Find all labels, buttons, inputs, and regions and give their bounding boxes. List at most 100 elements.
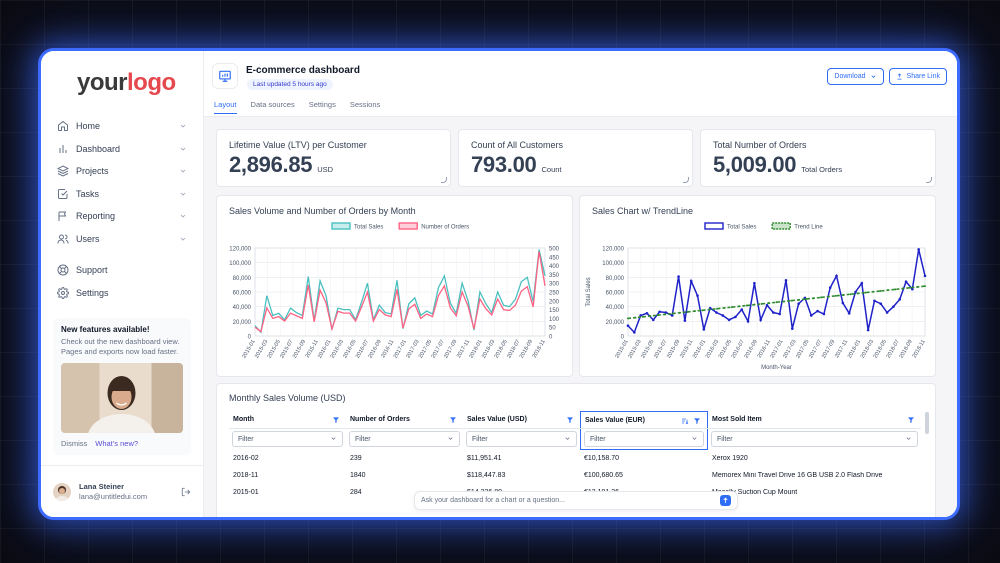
- column-filter-input[interactable]: Filter: [711, 431, 918, 447]
- chart-card-trendline[interactable]: Sales Chart w/ TrendLine 0 20,000 40,000 60…: [579, 195, 936, 377]
- trend-point: [909, 286, 912, 289]
- table-cell: €100,680.65: [584, 472, 623, 479]
- ask-dashboard-input[interactable]: Ask your dashboard for a chart or a ques…: [414, 491, 738, 510]
- column-header[interactable]: Most Sold Item: [708, 411, 921, 428]
- trend-point: [649, 314, 652, 317]
- table-cell: 2016-02: [233, 455, 259, 462]
- trend-point: [827, 295, 830, 298]
- data-point: [715, 311, 718, 314]
- column-header[interactable]: Month: [229, 411, 346, 428]
- y-tick-label: 120,000: [602, 247, 624, 253]
- resize-handle[interactable]: [441, 177, 447, 183]
- x-axis-title: Month-Year: [761, 365, 792, 371]
- legend-swatch: [771, 222, 791, 230]
- user-name: Lana Steiner: [79, 482, 125, 491]
- send-button[interactable]: [720, 495, 731, 506]
- data-point: [626, 324, 630, 328]
- y2-tick-label: 200: [549, 299, 560, 305]
- data-point: [797, 302, 800, 306]
- tab-settings[interactable]: Settings: [309, 100, 336, 114]
- table-row[interactable]: 2016-02 239 $11,951.41 €10,158.70 Xerox 1920: [229, 450, 921, 467]
- table-cell: $118,447.83: [467, 472, 506, 479]
- gear-icon: [57, 286, 69, 299]
- data-point: [828, 286, 832, 289]
- chevron-down-icon: [180, 169, 186, 173]
- sidebar-item-label: Users: [76, 233, 100, 244]
- tab-layout[interactable]: Layout: [214, 100, 237, 114]
- chevron-down-icon: [180, 192, 186, 196]
- tab-sessions[interactable]: Sessions: [350, 100, 380, 114]
- table-row[interactable]: 2018-11 1840 $118,447.83 €100,680.65 Memorex…: [229, 467, 921, 484]
- resize-handle[interactable]: [683, 177, 689, 183]
- data-point: [866, 328, 870, 332]
- avatar[interactable]: [53, 482, 71, 501]
- share-link-button[interactable]: Share Link: [888, 68, 947, 85]
- column-filter-input[interactable]: Filter: [466, 431, 577, 447]
- sidebar-item-users[interactable]: Users: [49, 228, 195, 251]
- sidebar-nav: Home Dashboard Projects Tasks Reporting …: [49, 115, 195, 304]
- table-cell: 2015-01: [233, 489, 259, 496]
- y-tick-label: 80,000: [606, 276, 625, 282]
- trend-point: [708, 308, 711, 311]
- data-point: [835, 274, 838, 278]
- filter-icon[interactable]: [907, 416, 915, 424]
- sidebar-item-reporting[interactable]: Reporting: [49, 205, 195, 228]
- sidebar-item-support[interactable]: Support: [49, 259, 195, 282]
- sidebar-item-settings[interactable]: Settings: [49, 282, 195, 305]
- logout-icon[interactable]: [181, 487, 191, 497]
- filter-icon[interactable]: [566, 416, 574, 424]
- sidebar-item-projects[interactable]: Projects: [49, 160, 195, 183]
- column-header[interactable]: Sales Value (EUR): [580, 411, 708, 428]
- promo-text: Check out the new dashboard view. Pages …: [61, 337, 180, 357]
- y-tick-label: 40,000: [606, 305, 625, 311]
- promo-dismiss-link[interactable]: Dismiss: [61, 439, 87, 448]
- sidebar-item-tasks[interactable]: Tasks: [49, 183, 195, 206]
- logo-part-2: logo: [127, 69, 176, 96]
- data-point: [740, 308, 744, 311]
- resize-handle[interactable]: [926, 177, 932, 183]
- sidebar-item-dashboard[interactable]: Dashboard: [49, 138, 195, 161]
- table-scrollbar[interactable]: [925, 412, 929, 434]
- y2-tick-label: 300: [549, 282, 560, 288]
- trend-point: [842, 294, 845, 297]
- kpi-card-ltv[interactable]: Lifetime Value (LTV) per Customer 2,896.…: [216, 129, 451, 187]
- kpi-unit: Total Orders: [801, 165, 843, 174]
- column-header[interactable]: Number of Orders: [346, 411, 463, 428]
- filter-icon[interactable]: [693, 417, 701, 425]
- kpi-card-customers[interactable]: Count of All Customers 793.00 Count: [458, 129, 693, 187]
- trend-point: [879, 289, 882, 292]
- data-point: [683, 319, 687, 322]
- data-point: [753, 281, 756, 285]
- tab-data-sources[interactable]: Data sources: [251, 100, 295, 114]
- sidebar-item-label: Dashboard: [76, 143, 121, 154]
- column-filter-input[interactable]: Filter: [584, 431, 704, 447]
- chevron-down-icon: [330, 435, 337, 444]
- chart-card-sales-orders[interactable]: Sales Volume and Number of Orders by Mon…: [216, 195, 573, 377]
- sort-icon[interactable]: [681, 417, 689, 425]
- data-point: [885, 311, 889, 314]
- filter-icon[interactable]: [332, 416, 340, 424]
- kpi-card-orders[interactable]: Total Number of Orders 5,009.00 Total Ord…: [700, 129, 936, 187]
- sidebar-item-home[interactable]: Home: [49, 115, 195, 138]
- series-line: [254, 251, 546, 333]
- trend-point: [894, 288, 897, 291]
- chart-title: Sales Chart w/ TrendLine: [592, 206, 694, 216]
- filter-icon[interactable]: [449, 416, 457, 424]
- app-window: yourlogo Home Dashboard Projects Tasks R…: [38, 48, 960, 520]
- table-cell: Macally Suction Cup Mount: [712, 489, 798, 496]
- trend-point: [812, 297, 815, 300]
- data-point: [645, 311, 649, 315]
- trend-point: [664, 313, 667, 316]
- download-button[interactable]: Download: [827, 68, 884, 85]
- trend-point: [693, 310, 696, 313]
- logo[interactable]: yourlogo: [77, 69, 195, 99]
- legend-label: Total Sales: [354, 225, 383, 231]
- download-label: Download: [834, 73, 866, 80]
- chevron-down-icon: [180, 214, 186, 218]
- promo-whats-new-link[interactable]: What’s new?: [95, 439, 138, 448]
- column-filter-input[interactable]: Filter: [349, 431, 460, 447]
- trend-point: [820, 296, 823, 299]
- column-header[interactable]: Sales Value (USD): [463, 411, 580, 428]
- column-filter-input[interactable]: Filter: [232, 431, 343, 447]
- data-point: [898, 298, 902, 301]
